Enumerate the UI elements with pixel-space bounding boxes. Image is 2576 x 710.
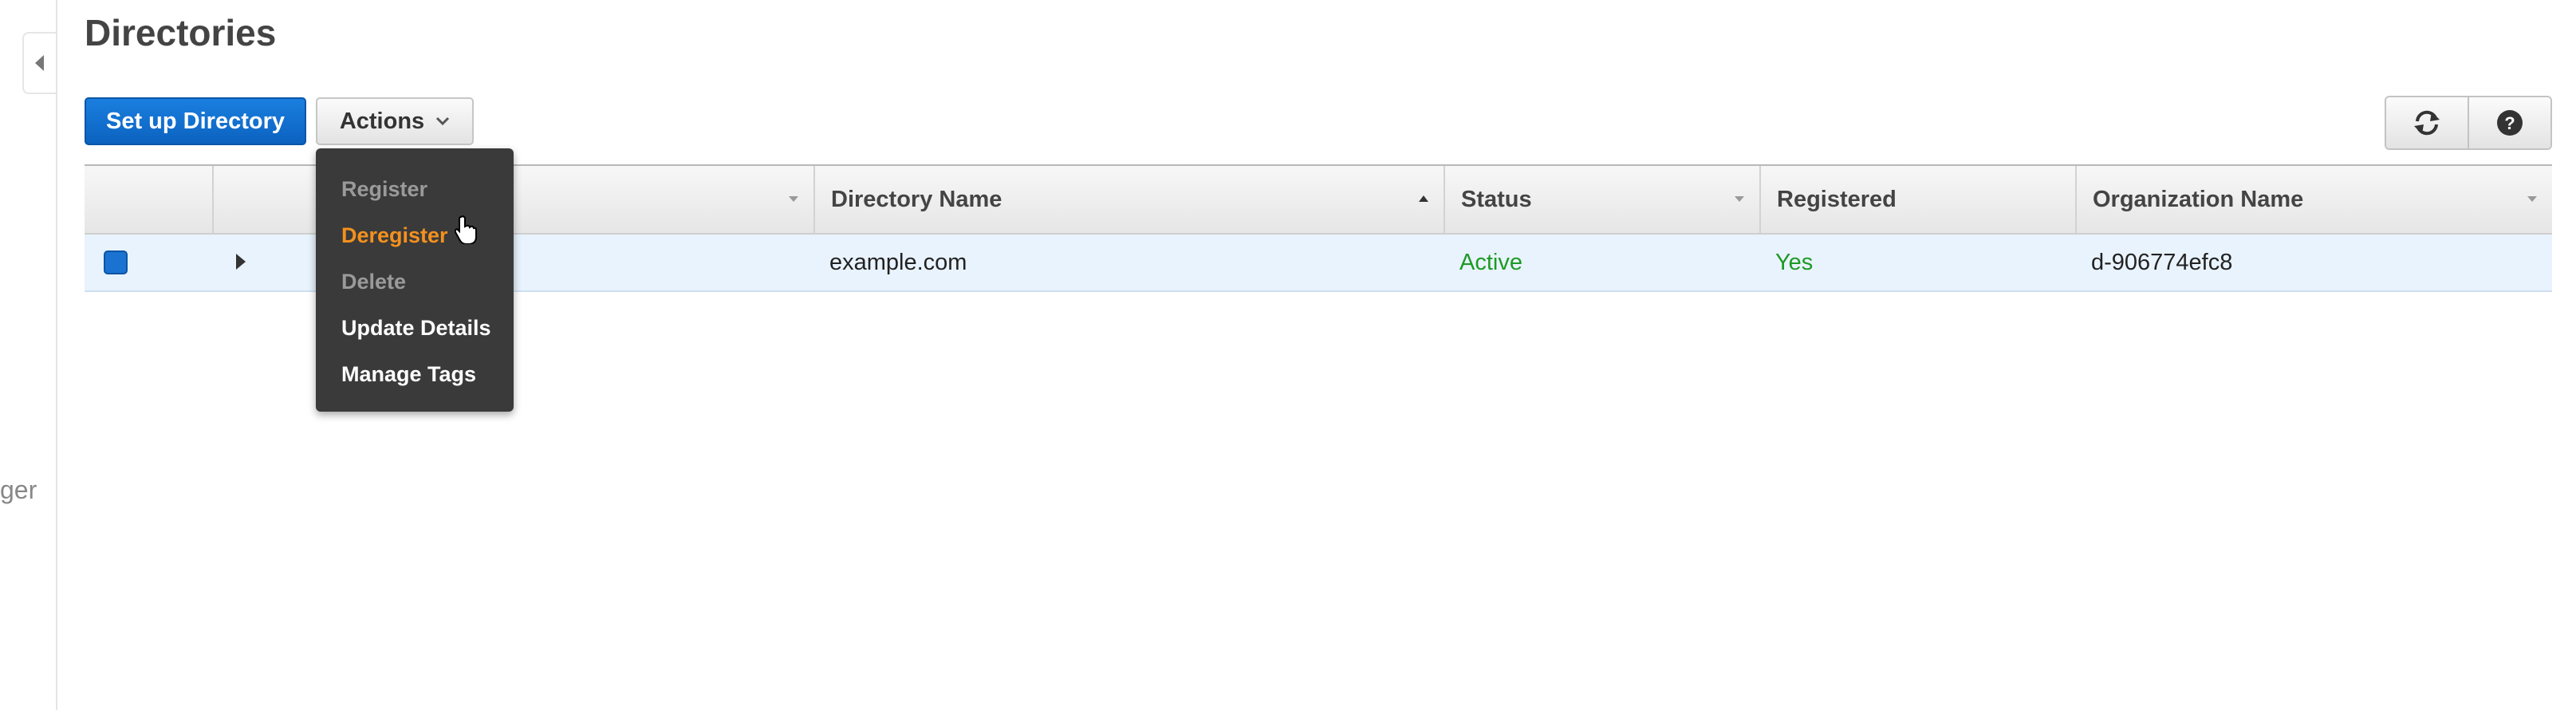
- header-status[interactable]: Status: [1444, 166, 1759, 233]
- refresh-button[interactable]: [2386, 97, 2468, 148]
- header-select: [85, 166, 212, 233]
- sidebar-truncated-label[interactable]: ger: [0, 475, 40, 505]
- header-status-label: Status: [1461, 186, 1532, 212]
- refresh-icon: [2414, 110, 2440, 136]
- caret-left-icon: [35, 55, 44, 71]
- help-button[interactable]: ?: [2468, 97, 2550, 148]
- toolbar-icon-group: ?: [2385, 96, 2552, 150]
- page-title: Directories: [85, 12, 277, 53]
- sidebar-collapse-button[interactable]: [22, 32, 56, 94]
- sort-caret-icon: [1735, 196, 1744, 202]
- header-directory-name-label: Directory Name: [831, 186, 1002, 212]
- actions-label: Actions: [339, 108, 425, 134]
- menu-item-deregister[interactable]: Deregister: [316, 212, 514, 258]
- left-sidebar: ger: [0, 0, 57, 710]
- cell-registered: Yes: [1775, 249, 1814, 275]
- caret-right-icon[interactable]: [234, 252, 247, 271]
- sort-caret-icon: [2527, 196, 2537, 202]
- menu-item-register[interactable]: Register: [316, 166, 514, 212]
- cell-status: Active: [1459, 249, 1522, 275]
- header-directory-name[interactable]: Directory Name: [813, 166, 1444, 233]
- actions-dropdown-menu: Register Deregister Delete Update Detail…: [316, 148, 514, 412]
- header-registered-label: Registered: [1777, 186, 1897, 212]
- sort-caret-icon: [789, 196, 798, 202]
- help-icon: ?: [2497, 110, 2523, 136]
- cell-organization-name: d-906774efc8: [2091, 249, 2233, 275]
- header-organization-name-label: Organization Name: [2093, 186, 2304, 212]
- actions-button[interactable]: Actions: [316, 97, 474, 145]
- menu-item-delete[interactable]: Delete: [316, 258, 514, 305]
- menu-item-manage-tags[interactable]: Manage Tags: [316, 351, 514, 397]
- cell-directory-name: example.com: [829, 249, 967, 275]
- set-up-directory-button[interactable]: Set up Directory: [85, 97, 306, 145]
- header-organization-name[interactable]: Organization Name: [2075, 166, 2552, 233]
- menu-item-update-details[interactable]: Update Details: [316, 305, 514, 351]
- header-registered[interactable]: Registered: [1759, 166, 2075, 233]
- set-up-directory-label: Set up Directory: [106, 108, 285, 134]
- svg-text:?: ?: [2504, 113, 2515, 133]
- chevron-down-icon: [436, 116, 450, 126]
- sort-ascending-icon: [1419, 195, 1428, 202]
- hand-pointer-icon: [455, 215, 477, 244]
- row-checkbox[interactable]: [104, 250, 128, 274]
